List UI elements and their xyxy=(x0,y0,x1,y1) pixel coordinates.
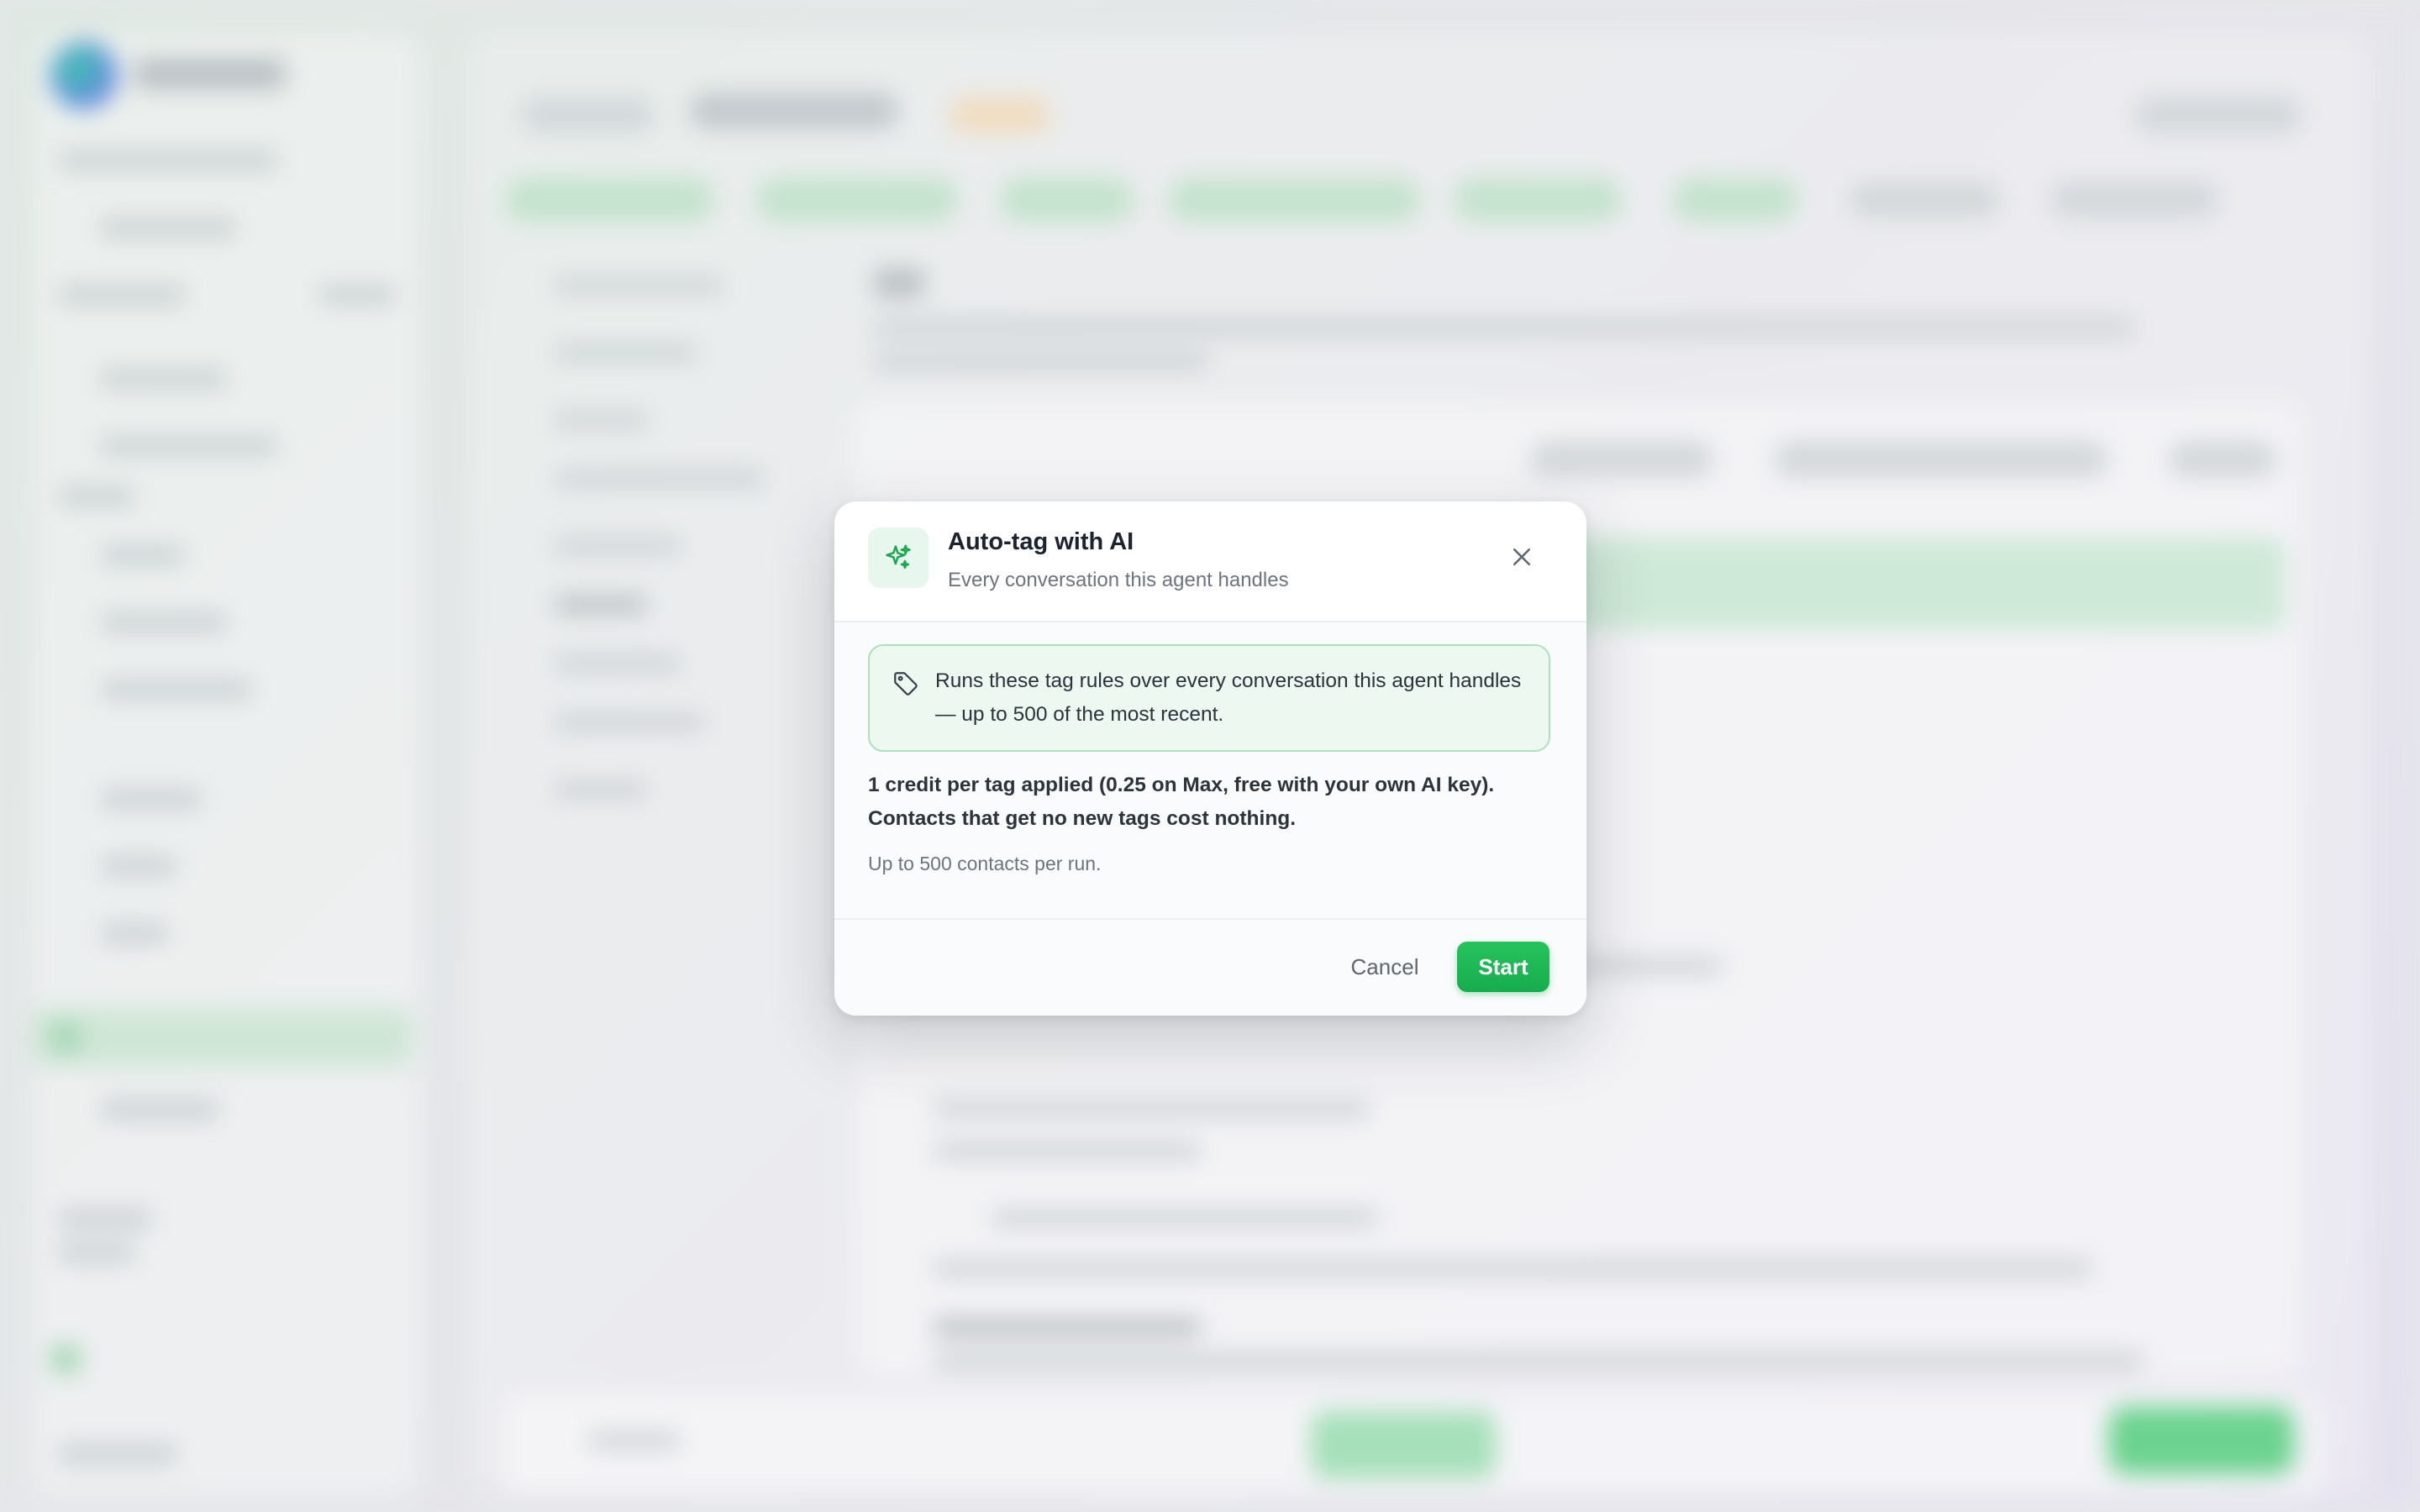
background-chip xyxy=(521,97,655,134)
background-nav-line xyxy=(555,714,706,731)
start-button[interactable]: Start xyxy=(1457,942,1549,992)
background-text-line xyxy=(933,1142,1202,1159)
background-step-chip xyxy=(1454,178,1622,222)
background-sidebar-line xyxy=(59,1243,134,1262)
background-sidebar-line xyxy=(101,680,252,699)
background-sidebar-active xyxy=(34,1008,412,1067)
background-sidebar-line xyxy=(319,286,395,304)
background-logo-text xyxy=(134,59,286,89)
background-text-line xyxy=(992,1210,1378,1226)
background-sidebar-line xyxy=(59,1445,176,1463)
background-chip xyxy=(950,97,1050,134)
sparkles-icon xyxy=(868,528,929,588)
close-button[interactable] xyxy=(1498,533,1545,580)
background-sidebar-line xyxy=(59,1210,151,1228)
background-sidebar-line xyxy=(59,487,134,506)
background-logo xyxy=(50,42,118,109)
background-step-chip xyxy=(1849,181,2000,218)
background-footer-line xyxy=(588,1432,681,1449)
background-sidebar-line xyxy=(59,286,185,304)
info-text: Runs these tag rules over every conversa… xyxy=(935,669,1522,726)
background-sidebar-line xyxy=(101,370,227,388)
dialog-subtitle: Every conversation this agent handles xyxy=(948,569,1289,591)
background-chip xyxy=(2168,441,2277,478)
background-sidebar-line xyxy=(59,151,277,170)
background-sidebar-dot xyxy=(50,1022,81,1053)
background-step-chip xyxy=(756,178,958,222)
background-text-line xyxy=(874,319,2134,336)
dialog-body: Runs these tag rules over every conversa… xyxy=(834,622,1586,918)
background-step-chip xyxy=(1168,178,1420,222)
background-nav-line xyxy=(555,470,765,487)
background-sidebar-line xyxy=(101,437,277,455)
background-step-chip xyxy=(1000,178,1134,222)
credit-note: 1 credit per tag applied (0.25 on Max, f… xyxy=(868,774,1495,830)
background-nav-line xyxy=(555,277,723,294)
background-sidebar-line xyxy=(101,790,202,808)
background-nav-line xyxy=(555,655,681,672)
limit-note: Up to 500 contacts per run. xyxy=(868,853,1102,874)
background-sidebar-dot xyxy=(50,1344,81,1374)
background-text-line xyxy=(933,1100,1370,1117)
background-nav-line xyxy=(555,596,647,613)
background-sidebar-line xyxy=(101,613,227,632)
tag-icon xyxy=(894,672,918,696)
background-sidebar-line xyxy=(101,1100,218,1119)
background-chip xyxy=(2134,97,2302,134)
background-sidebar-line xyxy=(101,546,185,564)
background-nav-line xyxy=(555,781,647,798)
background-nav-line xyxy=(555,412,647,428)
background-footer-button xyxy=(2109,1407,2294,1474)
dialog-title: Auto-tag with AI xyxy=(948,528,1134,555)
background-text-line xyxy=(933,1352,2143,1369)
dialog-header: Auto-tag with AI Every conversation this… xyxy=(834,501,1586,622)
background-sidebar-line xyxy=(101,218,235,237)
background-chip xyxy=(1773,441,2109,478)
background-footer-button xyxy=(1311,1411,1496,1478)
background-sidebar-line xyxy=(101,857,176,875)
dialog-footer: Cancel Start xyxy=(834,918,1586,1016)
background-chip xyxy=(1529,441,1714,478)
background-text-line xyxy=(874,353,1210,370)
auto-tag-dialog: Auto-tag with AI Every conversation this… xyxy=(834,501,1586,1016)
background-sidebar-line xyxy=(101,924,168,942)
background-text-line xyxy=(933,1319,1202,1336)
info-callout: Runs these tag rules over every conversa… xyxy=(868,644,1550,752)
background-step-chip xyxy=(504,178,714,222)
background-heading xyxy=(874,269,924,297)
background-text-line xyxy=(933,1260,2092,1277)
background-step-chip xyxy=(2050,181,2218,218)
background-step-chip xyxy=(1672,178,1798,222)
background-sidebar xyxy=(34,34,420,1495)
background-nav-line xyxy=(555,344,697,361)
cancel-button[interactable]: Cancel xyxy=(1339,942,1431,992)
background-chip xyxy=(689,92,899,129)
background-nav-line xyxy=(555,538,681,554)
close-icon xyxy=(1513,549,1530,565)
